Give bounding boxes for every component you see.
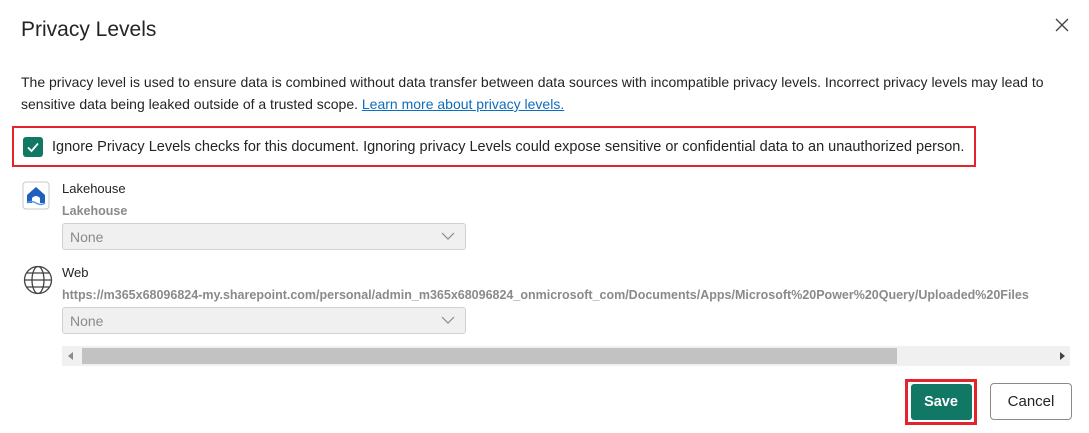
ignore-privacy-label: Ignore Privacy Levels checks for this do… [52, 138, 965, 155]
chevron-down-icon [441, 316, 455, 324]
close-button[interactable] [1051, 14, 1073, 36]
source-name: Web [62, 265, 89, 280]
privacy-level-dropdown[interactable]: None [62, 307, 466, 334]
privacy-level-value: None [70, 228, 104, 245]
scroll-right-icon[interactable] [1058, 351, 1066, 361]
globe-icon [22, 265, 53, 295]
learn-more-link[interactable]: Learn more about privacy levels. [362, 96, 564, 112]
ignore-privacy-row: Ignore Privacy Levels checks for this do… [12, 126, 976, 167]
scroll-left-icon[interactable] [67, 351, 75, 361]
save-button[interactable]: Save [910, 384, 972, 420]
chevron-down-icon [441, 232, 455, 240]
source-path: Lakehouse [62, 204, 128, 218]
source-path: https://m365x68096824-my.sharepoint.com/… [62, 288, 1029, 302]
dialog-description: The privacy level is used to ensure data… [21, 71, 1071, 115]
close-icon [1055, 18, 1069, 32]
cancel-button[interactable]: Cancel [990, 383, 1072, 420]
lakehouse-icon [22, 181, 52, 211]
privacy-level-value: None [70, 312, 104, 329]
scrollbar-thumb[interactable] [82, 348, 897, 364]
ignore-privacy-checkbox[interactable] [23, 136, 43, 157]
checkmark-icon [27, 142, 39, 152]
dialog-title: Privacy Levels [21, 18, 157, 41]
horizontal-scrollbar[interactable] [62, 346, 1070, 366]
save-highlight: Save [905, 379, 977, 425]
privacy-level-dropdown[interactable]: None [62, 223, 466, 250]
source-name: Lakehouse [62, 181, 126, 196]
